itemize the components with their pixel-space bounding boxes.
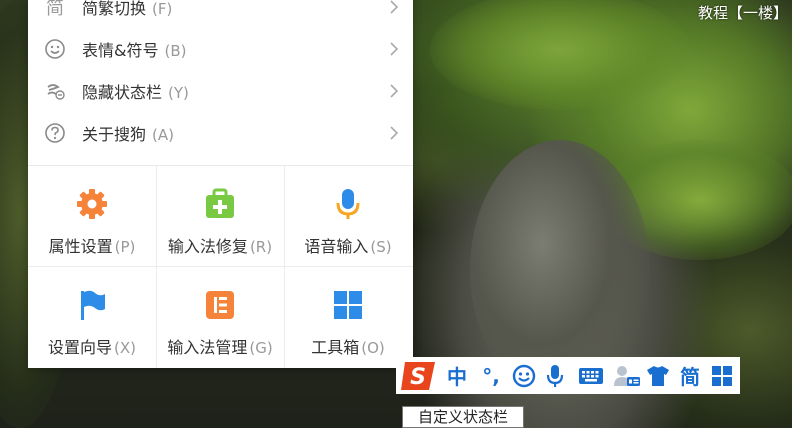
jian-char-icon: 简 xyxy=(46,0,64,19)
menu-item-simplified-traditional[interactable]: 简 简繁切换 (F) xyxy=(28,0,413,28)
menu-item-label: 隐藏状态栏 (Y) xyxy=(82,83,189,102)
grid-item-repair[interactable]: 输入法修复 (R) xyxy=(156,166,284,267)
skin-shirt-icon[interactable] xyxy=(644,361,672,390)
grid-item-voice-input[interactable]: 语音输入 (S) xyxy=(284,166,412,267)
menu-item-label: 表情&符号 (B) xyxy=(82,41,187,60)
gear-icon xyxy=(74,186,110,222)
grid-item-label: 工具箱 (O) xyxy=(311,338,385,357)
smiley-icon xyxy=(44,38,66,60)
manage-list-icon xyxy=(202,287,238,323)
chinese-mode-toggle[interactable]: 中 xyxy=(444,361,470,390)
grid-item-ime-manager[interactable]: 输入法管理 (G) xyxy=(156,267,284,368)
punctuation-mode-toggle[interactable]: °, xyxy=(476,361,506,390)
chevron-right-icon xyxy=(390,42,399,56)
chevron-right-icon xyxy=(390,126,399,140)
menu-item-emoji-symbols[interactable]: 表情&符号 (B) xyxy=(28,28,413,70)
ime-context-menu: 简 简繁切换 (F) 表情&符号 (B) 隐藏状态栏 (Y) 关于搜狗 (A) … xyxy=(28,0,413,368)
chevron-right-icon xyxy=(390,0,399,14)
help-circle-icon xyxy=(44,122,66,144)
user-card-icon[interactable] xyxy=(612,361,642,390)
grid-item-label: 设置向导 (X) xyxy=(48,338,136,357)
grid-item-label: 输入法管理 (G) xyxy=(167,338,273,357)
medkit-icon xyxy=(202,186,238,222)
grid-item-setup-wizard[interactable]: 设置向导 (X) xyxy=(28,267,156,368)
simplified-toggle[interactable]: 简 xyxy=(676,361,704,390)
tooltip: 自定义状态栏 xyxy=(402,406,524,428)
menu-item-label: 简繁切换 (F) xyxy=(82,0,173,18)
sogou-logo-icon[interactable]: S xyxy=(398,357,442,394)
grid-item-label: 输入法修复 (R) xyxy=(167,237,273,256)
ime-statusbar: S 中 °, 简 xyxy=(396,357,740,394)
microphone-icon xyxy=(330,186,366,222)
toolbox-grid-icon[interactable] xyxy=(708,361,736,390)
menu-item-hide-statusbar[interactable]: 隐藏状态栏 (Y) xyxy=(28,70,413,112)
smiley-icon[interactable] xyxy=(510,361,538,390)
menu-item-label: 关于搜狗 (A) xyxy=(82,125,174,144)
flag-icon xyxy=(74,287,110,323)
grid-item-properties[interactable]: 属性设置 (P) xyxy=(28,166,156,267)
keyboard-icon[interactable] xyxy=(576,361,606,390)
grid-item-label: 语音输入 (S) xyxy=(304,237,392,256)
grid-item-label: 属性设置 (P) xyxy=(48,237,136,256)
hide-statusbar-icon xyxy=(44,80,66,102)
grid-item-toolbox[interactable]: 工具箱 (O) xyxy=(284,267,412,368)
svg-text:S: S xyxy=(410,365,426,390)
toolbox-grid-icon xyxy=(330,287,366,323)
desktop-corner-text: 教程【一楼】 xyxy=(697,4,788,22)
chevron-right-icon xyxy=(390,84,399,98)
menu-tool-grid: 属性设置 (P) 输入法修复 (R) 语音输入 (S) 设置向导 (X) 输入法… xyxy=(28,166,413,368)
microphone-icon[interactable] xyxy=(544,361,566,390)
menu-item-about-sogou[interactable]: 关于搜狗 (A) xyxy=(28,112,413,154)
